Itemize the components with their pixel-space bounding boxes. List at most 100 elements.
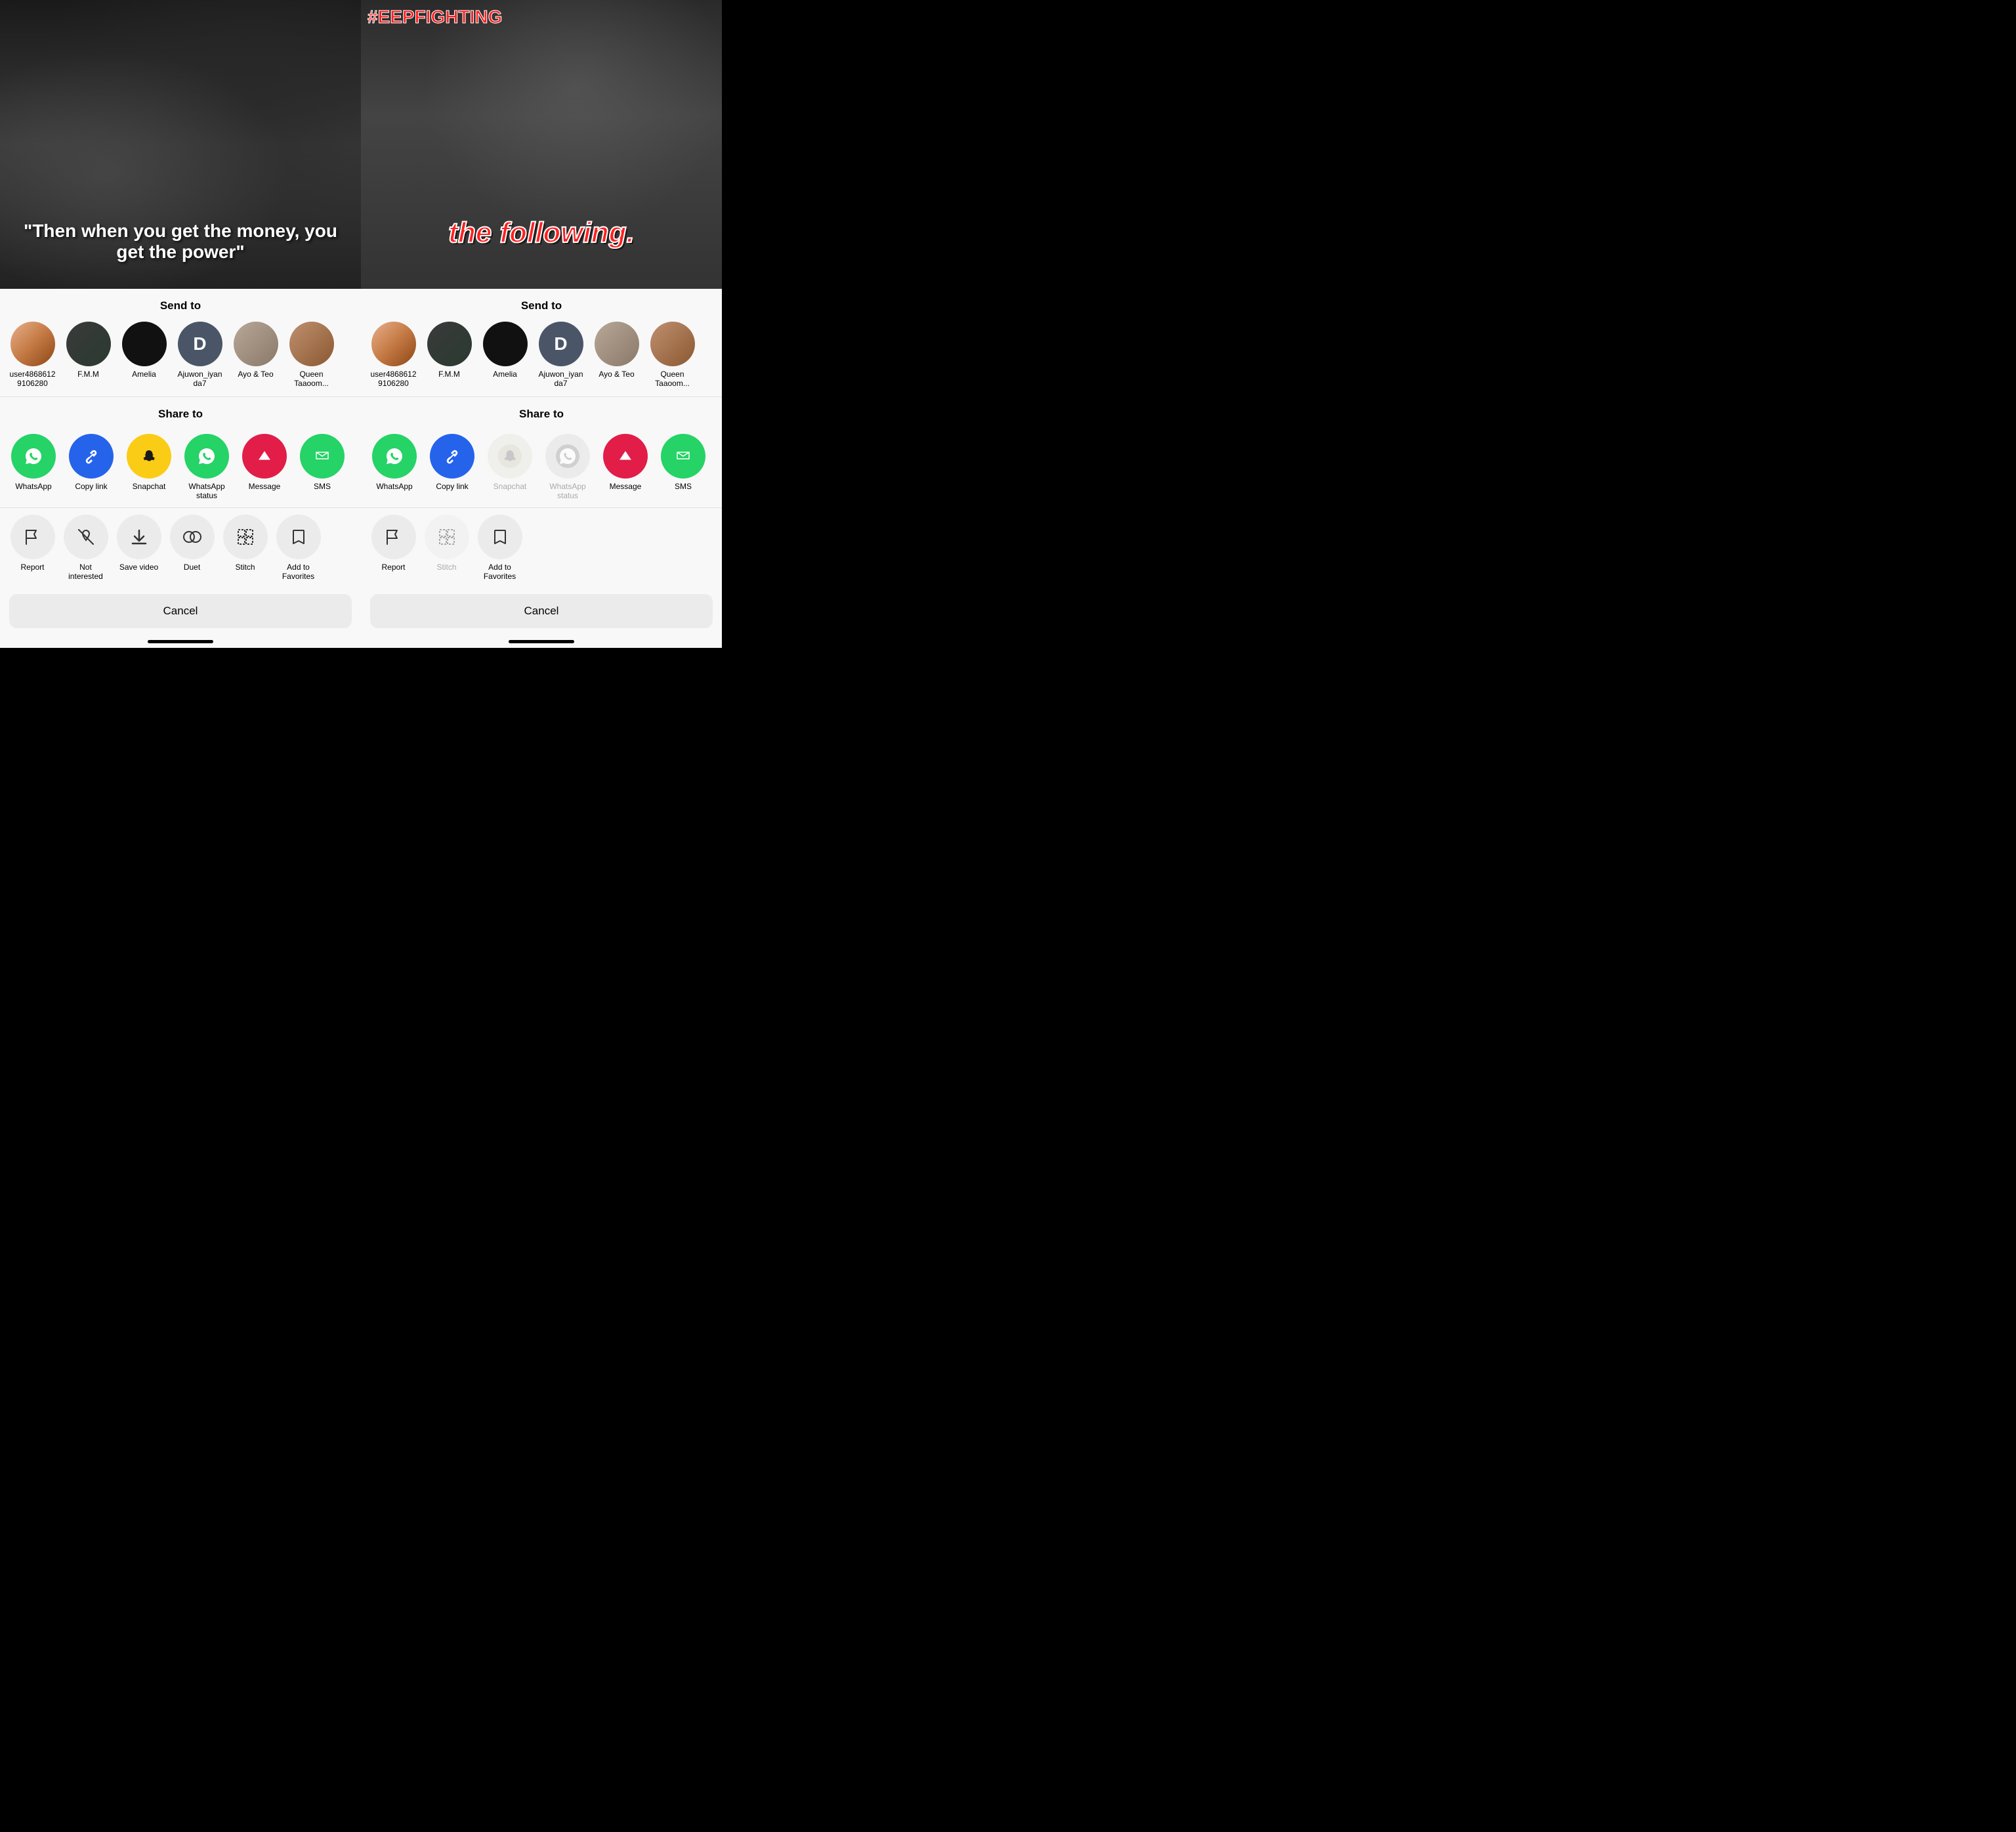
- left-home-bar: [148, 640, 213, 643]
- contact-name-ajuwon: Ajuwon_iyan da7: [538, 370, 583, 389]
- action-add-to-favorites[interactable]: Add to Favorites: [475, 515, 524, 582]
- action-duet[interactable]: Duet: [167, 515, 217, 582]
- right-hashtag: #EEPFIGHTING: [368, 7, 502, 28]
- share-label-message: Message: [249, 482, 281, 491]
- contact-name-fmm: F.M.M: [77, 370, 99, 379]
- action-icon-not-interested: [64, 515, 108, 559]
- right-send-to-title: Send to: [361, 289, 722, 319]
- contact-item-fmm[interactable]: F.M.M: [425, 322, 474, 389]
- contact-item-ajuwon[interactable]: DAjuwon_iyan da7: [536, 322, 585, 389]
- left-share-row: WhatsApp Copy link Snapchat WhatsApp sta…: [0, 427, 361, 507]
- right-home-indicator: [361, 635, 722, 648]
- contact-item-ayoteo[interactable]: Ayo & Teo: [592, 322, 641, 389]
- left-panel: "Then when you get the money, you get th…: [0, 0, 361, 648]
- left-video-text: "Then when you get the money, you get th…: [0, 221, 361, 263]
- right-video: #EEPFIGHTING the following.: [361, 0, 722, 289]
- action-label-report: Report: [20, 563, 44, 572]
- right-share-to-title: Share to: [361, 397, 722, 427]
- action-label-report: Report: [381, 563, 405, 572]
- left-video: "Then when you get the money, you get th…: [0, 0, 361, 289]
- contact-item-user486886129106280[interactable]: user4868612 9106280: [369, 322, 418, 389]
- share-label-sms: SMS: [675, 482, 692, 491]
- action-label-add-to-favorites: Add to Favorites: [484, 563, 516, 582]
- share-message[interactable]: Message: [600, 434, 651, 501]
- action-label-duet: Duet: [184, 563, 200, 572]
- contact-item-queen[interactable]: Queen Taaoom...: [648, 322, 697, 389]
- action-icon-duet: [170, 515, 215, 559]
- right-home-bar: [509, 640, 574, 643]
- contact-item-user486886129106280[interactable]: user4868612 9106280: [8, 322, 57, 389]
- right-bottom-sheet: Send to user4868612 9106280 F.M.M Amelia DA…: [361, 289, 722, 648]
- action-icon-report: [371, 515, 416, 559]
- share-snapchat: Snapchat: [484, 434, 536, 501]
- contact-name-user486886129106280: user4868612 9106280: [9, 370, 55, 389]
- action-save-video[interactable]: Save video: [114, 515, 163, 582]
- share-label-whatsapp: WhatsApp: [15, 482, 51, 491]
- action-report[interactable]: Report: [8, 515, 57, 582]
- left-share-to-title: Share to: [0, 397, 361, 427]
- right-video-text: the following.: [361, 217, 722, 249]
- action-label-stitch: Stitch: [436, 563, 456, 572]
- action-icon-add-to-favorites: [478, 515, 522, 559]
- action-stitch[interactable]: Stitch: [220, 515, 270, 582]
- share-whatsapp[interactable]: WhatsApp: [369, 434, 420, 501]
- contact-name-user486886129106280: user4868612 9106280: [370, 370, 416, 389]
- action-stitch: Stitch: [422, 515, 471, 582]
- contact-name-ayoteo: Ayo & Teo: [238, 370, 273, 379]
- action-label-add-to-favorites: Add to Favorites: [282, 563, 314, 582]
- share-label-message: Message: [610, 482, 642, 491]
- right-share-row: WhatsApp Copy link Snapchat WhatsApp sta…: [361, 427, 722, 507]
- contact-name-amelia: Amelia: [493, 370, 517, 379]
- share-sms[interactable]: SMS: [658, 434, 709, 501]
- contact-item-amelia[interactable]: Amelia: [119, 322, 169, 389]
- contact-item-queen[interactable]: Queen Taaoom...: [287, 322, 336, 389]
- action-icon-add-to-favorites: [276, 515, 321, 559]
- contact-name-amelia: Amelia: [132, 370, 156, 379]
- share-snapchat[interactable]: Snapchat: [123, 434, 175, 501]
- contact-name-fmm: F.M.M: [438, 370, 460, 379]
- right-contacts-row: user4868612 9106280 F.M.M Amelia DAjuwon_iy…: [361, 319, 722, 396]
- share-copylink[interactable]: Copy link: [427, 434, 478, 501]
- contact-name-queen: Queen Taaoom...: [655, 370, 690, 389]
- share-label-whatsapp: WhatsApp: [376, 482, 412, 491]
- right-actions-row: Report Stitch Add to Favorites: [361, 508, 722, 588]
- contact-item-ayoteo[interactable]: Ayo & Teo: [231, 322, 280, 389]
- contact-name-ajuwon: Ajuwon_iyan da7: [177, 370, 222, 389]
- contact-name-queen: Queen Taaoom...: [294, 370, 329, 389]
- right-panel: #EEPFIGHTING the following. Send to user…: [361, 0, 722, 648]
- contact-item-amelia[interactable]: Amelia: [480, 322, 530, 389]
- share-sms[interactable]: SMS: [297, 434, 348, 501]
- action-icon-stitch: [223, 515, 268, 559]
- share-label-snapchat: Snapchat: [494, 482, 527, 491]
- share-copylink[interactable]: Copy link: [66, 434, 117, 501]
- share-label-snapchat: Snapchat: [133, 482, 166, 491]
- action-icon-save-video: [117, 515, 161, 559]
- contact-name-ayoteo: Ayo & Teo: [598, 370, 634, 379]
- action-add-to-favorites[interactable]: Add to Favorites: [274, 515, 323, 582]
- share-whatsapp-status[interactable]: WhatsApp status: [181, 434, 232, 501]
- action-icon-report: [10, 515, 55, 559]
- action-label-save-video: Save video: [119, 563, 158, 572]
- contact-item-fmm[interactable]: F.M.M: [64, 322, 113, 389]
- share-label-whatsapp-status: WhatsApp status: [549, 482, 585, 501]
- left-actions-row: Report Not interested Save video Duet St…: [0, 508, 361, 588]
- action-not-interested[interactable]: Not interested: [61, 515, 110, 582]
- share-label-copylink: Copy link: [75, 482, 107, 491]
- share-label-copylink: Copy link: [436, 482, 468, 491]
- action-icon-stitch: [425, 515, 469, 559]
- left-send-to-title: Send to: [0, 289, 361, 319]
- action-label-not-interested: Not interested: [68, 563, 103, 582]
- share-message[interactable]: Message: [239, 434, 290, 501]
- share-whatsapp[interactable]: WhatsApp: [8, 434, 59, 501]
- left-contacts-row: user4868612 9106280 F.M.M Amelia DAjuwon_iy…: [0, 319, 361, 396]
- contact-item-ajuwon[interactable]: DAjuwon_iyan da7: [175, 322, 224, 389]
- action-report[interactable]: Report: [369, 515, 418, 582]
- left-bottom-sheet: Send to user4868612 9106280 F.M.M Amelia DA…: [0, 289, 361, 648]
- left-cancel-button[interactable]: Cancel: [9, 594, 352, 628]
- share-whatsapp-status: WhatsApp status: [542, 434, 593, 501]
- right-cancel-button[interactable]: Cancel: [370, 594, 713, 628]
- share-label-whatsapp-status: WhatsApp status: [188, 482, 224, 501]
- share-label-sms: SMS: [314, 482, 331, 491]
- left-home-indicator: [0, 635, 361, 648]
- action-label-stitch: Stitch: [235, 563, 255, 572]
